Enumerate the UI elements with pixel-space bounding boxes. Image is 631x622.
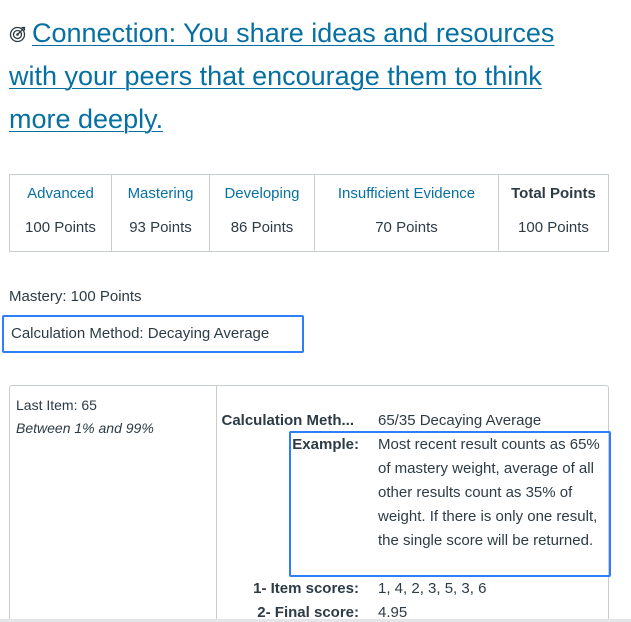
rating-points: 70 Points: [375, 219, 438, 236]
rating-insufficient-evidence: Insufficient Evidence 70 Points: [314, 174, 499, 252]
item-scores-value: 1, 4, 2, 3, 5, 3, 6: [378, 580, 487, 597]
rating-total: Total Points 100 Points: [498, 174, 609, 252]
rating-description: Advanced: [27, 185, 94, 202]
rating-description: Mastering: [127, 185, 194, 202]
calculation-method-text: Calculation Method: Decaying Average: [11, 325, 270, 342]
calculation-method: Calculation Method: Decaying Average: [2, 315, 304, 353]
rating-points: 93 Points: [129, 219, 192, 236]
total-label: Total Points: [511, 185, 596, 202]
rating-mastering: Mastering 93 Points: [111, 174, 210, 252]
range-text: Between 1% and 99%: [16, 420, 154, 436]
last-item: Last Item: 65: [16, 397, 97, 413]
mastery-points: Mastery: 100 Points: [9, 288, 142, 305]
example-value: Most recent result counts as 65% of mast…: [378, 436, 600, 549]
rating-description: Developing: [224, 185, 300, 202]
rating-developing: Developing 86 Points: [209, 174, 315, 252]
outcome-page: Connection: You share ideas and resource…: [0, 0, 631, 622]
rating-points: 100 Points: [25, 219, 96, 236]
ratings-row: Advanced 100 Points Mastering 93 Points …: [9, 174, 609, 252]
total-points: 100 Points: [518, 219, 589, 236]
calc-method-label: Calculation Meth...: [221, 412, 354, 429]
panel-divider: [216, 386, 217, 622]
outcome-title: Connection: You share ideas and resource…: [9, 12, 609, 141]
item-scores-label: 1- Item scores:: [253, 580, 359, 597]
calculation-detail-panel: Last Item: 65 Between 1% and 99% Calcula…: [9, 385, 611, 622]
rating-advanced: Advanced 100 Points: [9, 174, 112, 252]
rating-points: 86 Points: [230, 219, 294, 236]
rating-description: Insufficient Evidence: [337, 185, 476, 202]
ratings-table: Advanced 100 Points Mastering 93 Points …: [9, 174, 609, 252]
target-icon: [9, 13, 26, 43]
example-label: Example:: [292, 436, 359, 453]
calc-method-value: 65/35 Decaying Average: [378, 412, 542, 429]
outcome-title-link[interactable]: Connection: You share ideas and resource…: [9, 18, 554, 134]
